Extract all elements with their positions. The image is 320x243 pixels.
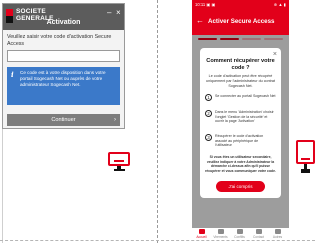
window-titlebar: SOCIETE GENERALE – × Activation (3, 4, 124, 30)
header-title: Activer Secure Access (208, 18, 275, 25)
activation-code-input[interactable] (7, 50, 120, 62)
desktop-monitor-icon (296, 140, 315, 174)
info-icon: i (11, 70, 14, 79)
window-title: Activation (46, 19, 81, 26)
activation-window: SOCIETE GENERALE – × Activation Veuillez… (2, 3, 125, 129)
nav-item-virements[interactable]: Virements (211, 229, 230, 240)
transfer-icon (217, 229, 224, 234)
continue-button[interactable]: Continuer › (7, 114, 120, 126)
continue-label: Continuer (51, 117, 76, 123)
understood-button[interactable]: J'ai compris (216, 181, 265, 192)
step-number: 1 (205, 94, 212, 101)
desktop-monitor-icon (108, 152, 130, 172)
step-3: 3 Récupérer le code d'activation associé… (205, 134, 276, 154)
nav-item-conflits[interactable]: Conflits (230, 229, 249, 240)
nav-item-contact[interactable]: Contact (249, 229, 268, 240)
brand-logo-red-square (6, 9, 13, 16)
activation-prompt: Veuillez saisir votre code d'activation … (7, 34, 112, 47)
status-time: 10:11 ▣ ▣ (195, 2, 216, 7)
info-text: Ce code est à votre disposition dans vot… (20, 70, 106, 87)
screenshot-canvas: SOCIETE GENERALE – × Activation Veuillez… (0, 0, 315, 243)
close-icon[interactable]: × (273, 51, 277, 58)
dialog-note: Si vous êtes un utilisateur secondaire, … (205, 155, 276, 173)
info-box: i Ce code est à votre disposition dans v… (7, 67, 120, 105)
step-text: Récupérer le code d'activation associé a… (215, 134, 264, 148)
step-number: 2 (205, 110, 212, 117)
mobile-screen: 10:11 ▣ ▣ ⊕ ▲ ▮ ← Activer Secure Access … (192, 0, 289, 243)
step-text: Dans le menu 'Administration' choisir l'… (215, 110, 274, 124)
bottom-dashed-border (0, 240, 315, 241)
dotted-separator (157, 0, 158, 243)
status-bar: 10:11 ▣ ▣ ⊕ ▲ ▮ (192, 0, 289, 9)
step-number: 3 (205, 134, 212, 141)
step-2: 2 Dans le menu 'Administration' choisir … (205, 110, 276, 130)
home-icon (198, 229, 205, 234)
document-icon (236, 229, 243, 234)
dialog-title: Comment récupérer votre code ? (206, 58, 275, 71)
help-dialog: × Comment récupérer votre code ? Le code… (200, 48, 281, 198)
chat-icon (255, 229, 262, 234)
window-frame-edge (2, 129, 125, 243)
nav-item-accueil[interactable]: Accueil (192, 229, 211, 240)
chevron-right-icon: › (114, 117, 116, 123)
close-icon[interactable]: × (116, 9, 121, 17)
minimize-icon[interactable]: – (107, 9, 111, 17)
dialog-intro: Le code d'activation peut être récupéré … (206, 74, 275, 88)
app-header: ← Activer Secure Access (192, 9, 289, 35)
back-arrow-icon[interactable]: ← (196, 16, 204, 26)
step-text: Se connecter au portail Sogecash Net (215, 94, 276, 98)
nav-item-autres[interactable]: Autres (268, 229, 287, 240)
menu-icon (274, 229, 281, 234)
status-icons: ⊕ ▲ ▮ (273, 2, 286, 7)
